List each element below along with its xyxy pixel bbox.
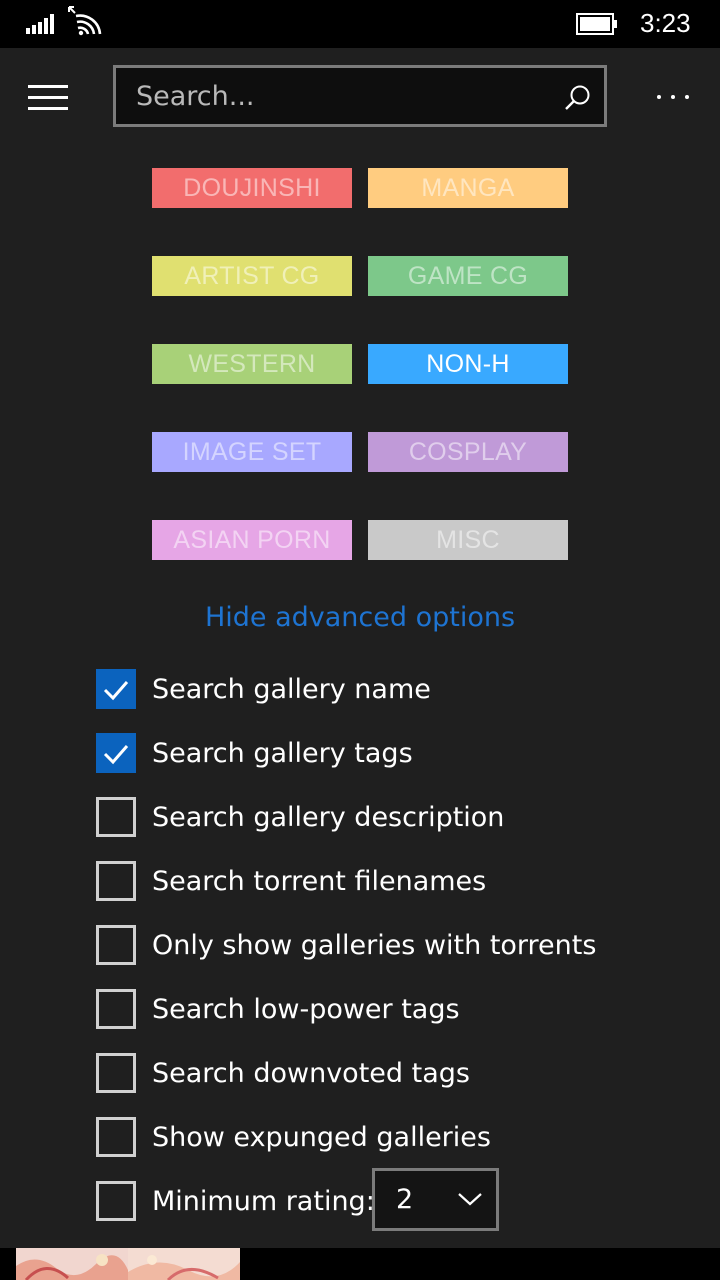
option-search-low-power-tags: Search low-power tags	[96, 987, 460, 1031]
search-downvoted-tags-checkbox[interactable]	[96, 1053, 136, 1093]
show-expunged-galleries-checkbox[interactable]	[96, 1117, 136, 1157]
category-cosplay-button[interactable]: COSPLAY	[368, 432, 568, 472]
checkmark-icon	[103, 745, 129, 765]
status-bar: 3:23	[0, 0, 720, 48]
search-box	[113, 65, 607, 127]
option-search-downvoted-tags: Search downvoted tags	[96, 1051, 470, 1095]
option-label: Show expunged galleries	[152, 1121, 491, 1153]
option-label: Minimum rating:	[152, 1185, 375, 1217]
option-label: Search gallery tags	[152, 737, 413, 769]
search-torrent-filenames-checkbox[interactable]	[96, 861, 136, 901]
option-show-expunged-galleries: Show expunged galleries	[96, 1115, 491, 1159]
option-search-gallery-name: Search gallery name	[96, 667, 431, 711]
category-manga-button[interactable]: MANGA	[368, 168, 568, 208]
app-screen: 3:23 DOUJINSHI MANGA ARTIST CG GAME CG W…	[0, 0, 720, 1280]
category-image-set-button[interactable]: IMAGE SET	[152, 432, 352, 472]
option-label: Search gallery name	[152, 673, 431, 705]
checkmark-icon	[103, 681, 129, 701]
option-label: Search downvoted tags	[152, 1057, 470, 1089]
wifi-icon	[66, 4, 102, 36]
search-gallery-description-checkbox[interactable]	[96, 797, 136, 837]
category-game-cg-button[interactable]: GAME CG	[368, 256, 568, 296]
gallery-thumbnail-strip	[0, 1248, 720, 1280]
option-label: Search torrent filenames	[152, 865, 487, 897]
minimum-rating-value: 2	[396, 1184, 414, 1215]
category-artist-cg-button[interactable]: ARTIST CG	[152, 256, 352, 296]
battery-icon	[576, 13, 618, 35]
option-only-show-galleries-with-torrents: Only show galleries with torrents	[96, 923, 596, 967]
hamburger-menu-button[interactable]	[26, 82, 70, 112]
gallery-thumbnail[interactable]	[128, 1248, 240, 1280]
category-asian-porn-button[interactable]: ASIAN PORN	[152, 520, 352, 560]
search-gallery-tags-checkbox[interactable]	[96, 733, 136, 773]
clock: 3:23	[640, 8, 691, 38]
search-low-power-tags-checkbox[interactable]	[96, 989, 136, 1029]
option-search-torrent-filenames: Search torrent filenames	[96, 859, 486, 903]
category-misc-button[interactable]: MISC	[368, 520, 568, 560]
category-non-h-button[interactable]: NON-H	[368, 344, 568, 384]
gallery-thumbnail[interactable]	[16, 1248, 128, 1280]
option-search-gallery-tags: Search gallery tags	[96, 731, 413, 775]
search-input[interactable]	[136, 76, 546, 116]
category-western-button[interactable]: WESTERN	[152, 344, 352, 384]
minimum-rating-select[interactable]: 2	[372, 1168, 499, 1231]
chevron-down-icon	[458, 1193, 482, 1206]
search-gallery-name-checkbox[interactable]	[96, 669, 136, 709]
signal-bars-icon	[26, 14, 56, 34]
hide-advanced-options-link[interactable]: Hide advanced options	[0, 602, 720, 633]
option-minimum-rating: Minimum rating:	[96, 1179, 375, 1223]
minimum-rating-checkbox[interactable]	[96, 1181, 136, 1221]
option-search-gallery-description: Search gallery description	[96, 795, 504, 839]
option-label: Only show galleries with torrents	[152, 929, 597, 961]
more-options-button[interactable]	[648, 80, 698, 114]
category-doujinshi-button[interactable]: DOUJINSHI	[152, 168, 352, 208]
search-icon[interactable]	[560, 80, 596, 116]
option-label: Search low-power tags	[152, 993, 460, 1025]
only-show-galleries-with-torrents-checkbox[interactable]	[96, 925, 136, 965]
option-label: Search gallery description	[152, 801, 505, 833]
